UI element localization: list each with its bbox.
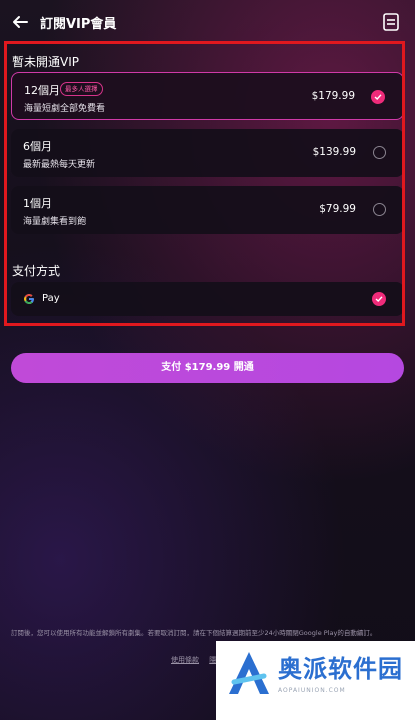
radio-unselected[interactable] [373, 146, 386, 159]
radio-selected[interactable] [371, 90, 385, 104]
watermark-logo-icon [229, 652, 269, 694]
payment-method-google-pay[interactable]: Pay [11, 282, 404, 316]
header: 訂閱VIP會員 [0, 0, 415, 44]
plan-description: 最新最熱每天更新 [23, 160, 96, 170]
watermark: 奥派软件园 AOPAIUNION.COM [216, 641, 415, 720]
plan-description: 海量短劇全部免費看 [24, 104, 106, 114]
page-title: 訂閱VIP會員 [40, 17, 117, 32]
payment-section-title: 支付方式 [12, 264, 61, 278]
payment-method-label: Pay [42, 293, 60, 304]
google-g-icon [24, 294, 34, 304]
back-arrow-icon[interactable] [10, 12, 30, 32]
plan-name: 6個月 [23, 140, 52, 153]
plan-name: 1個月 [23, 197, 52, 210]
check-icon [374, 94, 382, 100]
radio-unselected[interactable] [373, 203, 386, 216]
vip-section-title: 暫未開通VIP [12, 55, 79, 69]
popular-badge: 最多人選擇 [60, 82, 103, 96]
subscription-note: 訂閱後，您可以使用所有功能並解鎖所有劇集。若要取消訂閱，請在下個結算週期前至少2… [11, 629, 377, 637]
plan-1-month[interactable]: 1個月 海量劇集看到飽 $79.99 [11, 186, 404, 234]
plan-price: $179.99 [311, 90, 355, 102]
watermark-text: 奥派软件园 [278, 655, 403, 683]
watermark-subtext: AOPAIUNION.COM [278, 687, 346, 694]
plan-price: $139.99 [312, 146, 356, 158]
document-icon[interactable] [383, 13, 399, 31]
plan-12-months[interactable]: 12個月 最多人選擇 海量短劇全部免費看 $179.99 [11, 72, 404, 120]
plan-description: 海量劇集看到飽 [23, 217, 87, 227]
plan-6-months[interactable]: 6個月 最新最熱每天更新 $139.99 [11, 129, 404, 177]
pay-button[interactable]: 支付 $179.99 開通 [11, 353, 404, 383]
radio-selected[interactable] [372, 292, 386, 306]
plan-name: 12個月 [24, 84, 60, 97]
terms-link[interactable]: 使用條款 [171, 656, 199, 664]
check-icon [375, 296, 383, 302]
plan-price: $79.99 [319, 203, 356, 215]
